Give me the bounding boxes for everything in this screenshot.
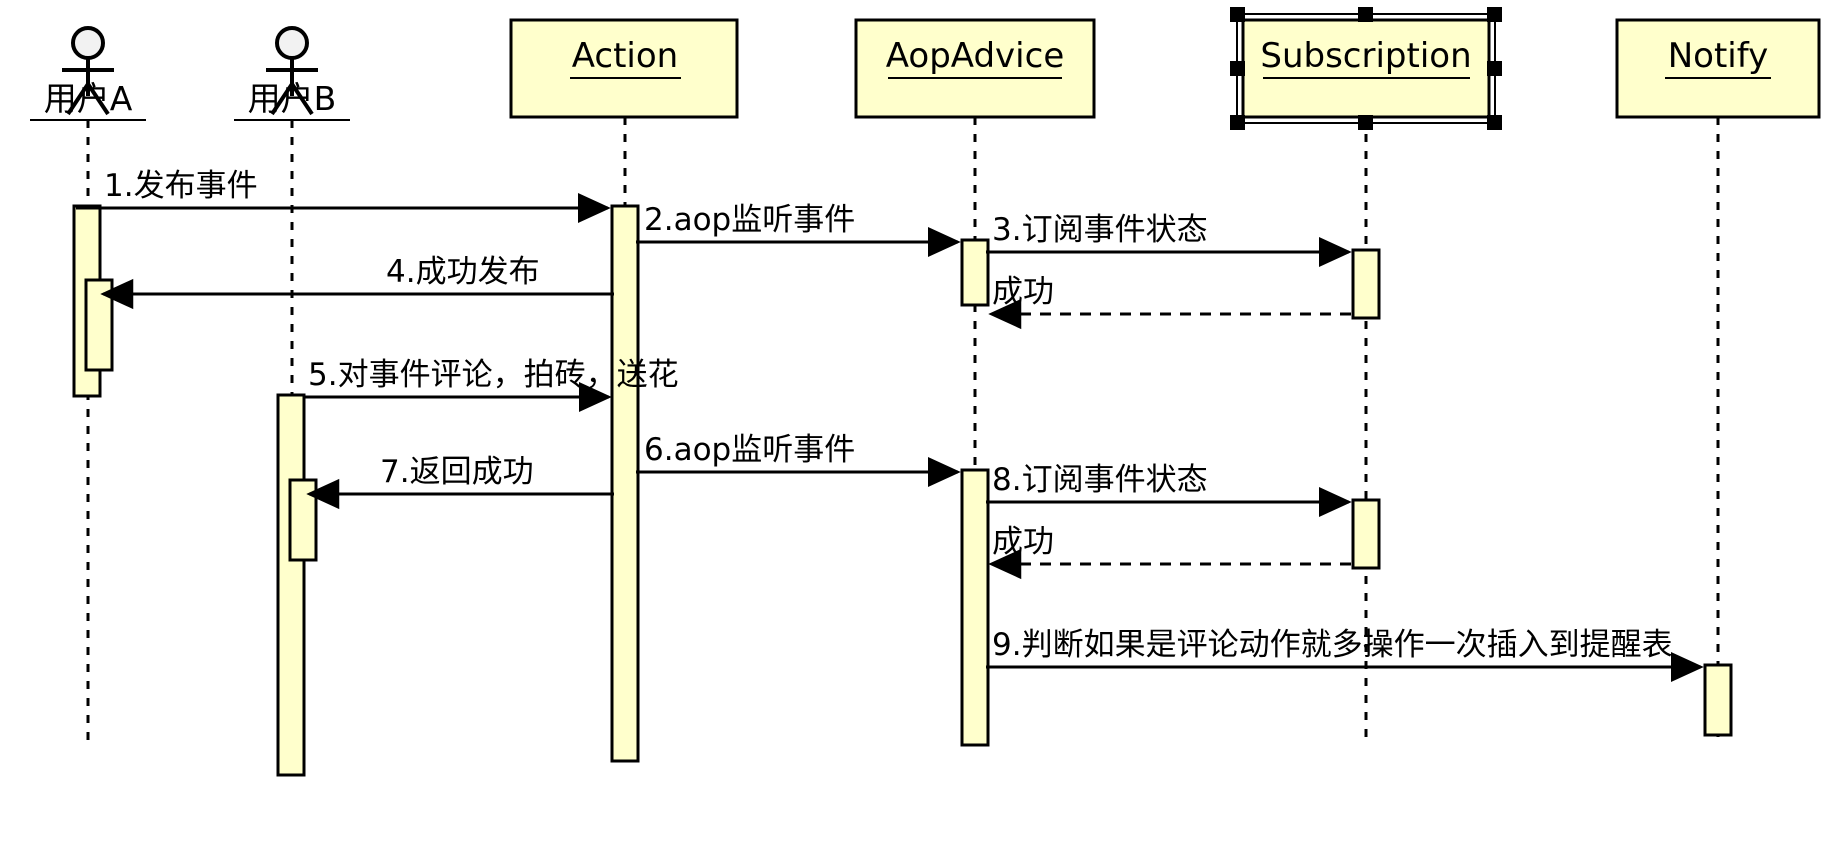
actor-head-icon [275,26,309,60]
message-return-1-label: 成功 [992,274,1054,310]
participant-label-aopadvice: AopAdvice [886,36,1064,76]
message-7[interactable]: 7.返回成功 [306,454,614,510]
sequence-diagram-svg: 用户A 用户B Action AopAdvice Subscription No… [30,7,1821,777]
activation-bar-subscription-1[interactable] [1351,248,1381,320]
message-return-2[interactable]: 成功 [988,524,1351,580]
participant-label-notify: Notify [1668,36,1769,76]
selection-handle-s[interactable] [1358,115,1373,130]
activation-bar-userB-2[interactable] [288,478,318,562]
selection-handle-ne[interactable] [1487,7,1502,22]
activation-bar-aopadvice-1[interactable] [960,238,990,307]
message-6[interactable]: 6.aop监听事件 [636,432,961,488]
message-5-label: 5.对事件评论，拍砖，送花 [308,357,679,393]
participant-label-userA: 用户A [44,79,133,118]
activation-bar-aopadvice-2[interactable] [960,468,990,747]
selection-handle-n[interactable] [1358,7,1373,22]
activation-bar-subscription-2[interactable] [1351,498,1381,570]
participant-label-action: Action [572,36,678,76]
message-7-label: 7.返回成功 [380,454,534,490]
message-9[interactable]: 9.判断如果是评论动作就多操作一次插入到提醒表 [986,627,1704,683]
participant-label-userB: 用户B [248,79,337,118]
activation-bar-userB-1[interactable] [276,393,306,777]
message-4-label: 4.成功发布 [386,254,540,290]
activation-bar-notify-1[interactable] [1703,663,1733,737]
message-2[interactable]: 2.aop监听事件 [636,202,961,258]
selection-handle-w[interactable] [1230,61,1245,76]
selection-handle-se[interactable] [1487,115,1502,130]
message-2-label: 2.aop监听事件 [644,202,855,238]
selection-handle-nw[interactable] [1230,7,1245,22]
message-1-label: 1.发布事件 [104,168,258,204]
message-6-label: 6.aop监听事件 [644,432,855,468]
actor-head-icon [71,26,105,60]
message-return-1[interactable]: 成功 [988,274,1351,330]
message-return-2-label: 成功 [992,524,1054,560]
message-9-label: 9.判断如果是评论动作就多操作一次插入到提醒表 [992,627,1673,663]
activation-bar-action-1[interactable] [610,204,640,763]
message-4[interactable]: 4.成功发布 [100,254,614,310]
message-3-label: 3.订阅事件状态 [992,212,1208,248]
selection-handle-e[interactable] [1487,61,1502,76]
sequence-diagram-canvas: 用户A 用户B Action AopAdvice Subscription No… [0,0,1844,868]
participant-label-subscription: Subscription [1260,36,1471,76]
message-3[interactable]: 3.订阅事件状态 [986,212,1352,268]
message-1[interactable]: 1.发布事件 [76,168,611,224]
message-8-label: 8.订阅事件状态 [992,462,1208,498]
message-5[interactable]: 5.对事件评论，拍砖，送花 [304,357,679,413]
message-8[interactable]: 8.订阅事件状态 [986,462,1352,518]
selection-handle-sw[interactable] [1230,115,1245,130]
